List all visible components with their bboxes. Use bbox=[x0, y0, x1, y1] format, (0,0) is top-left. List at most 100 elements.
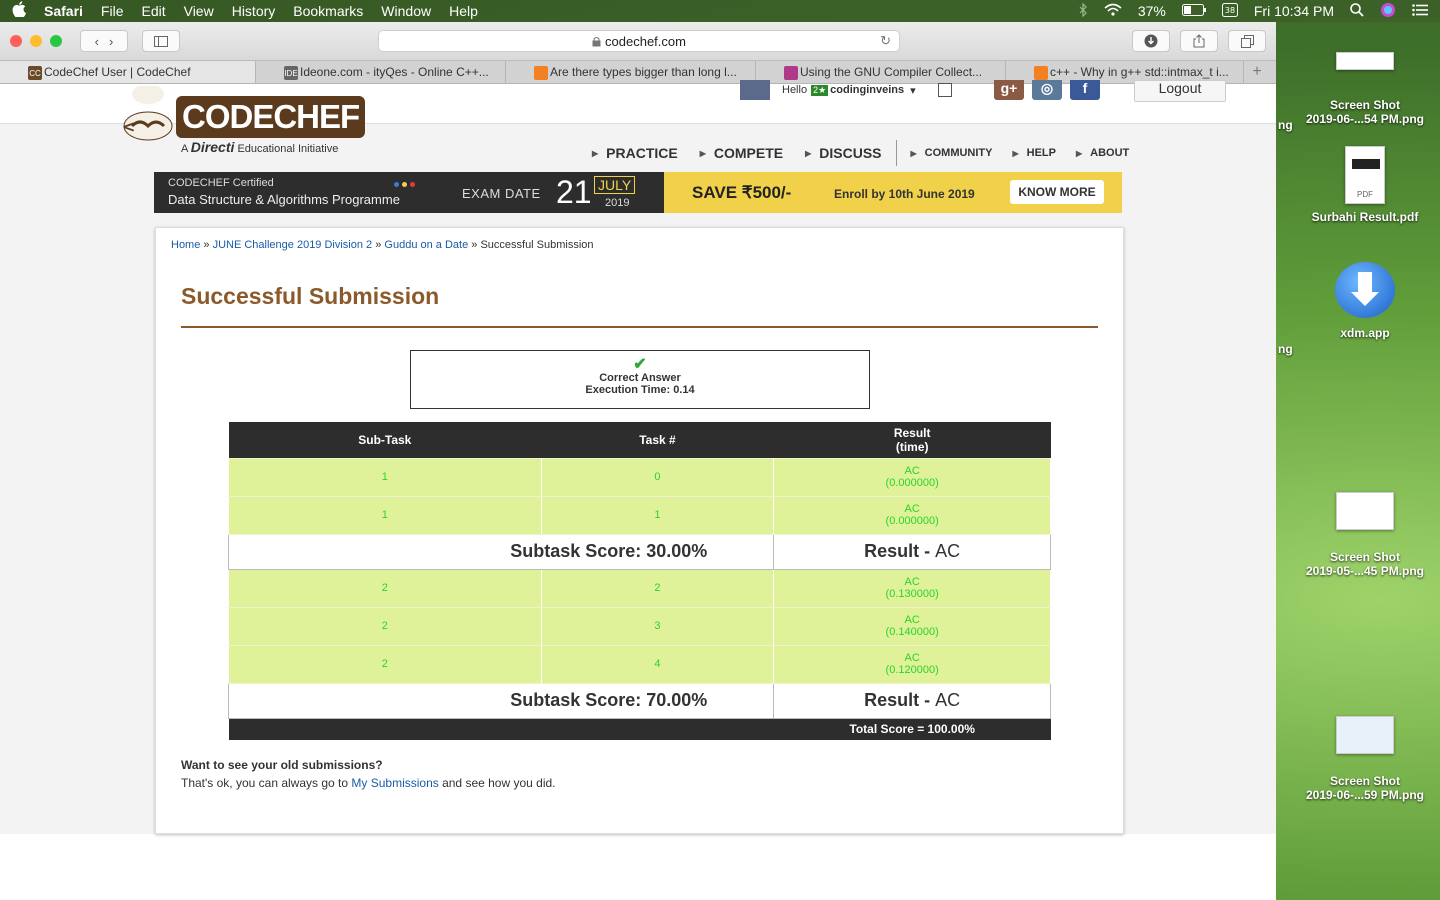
table-row: 1 1 AC (0.000000) bbox=[228, 495, 1051, 535]
menu-edit[interactable]: Edit bbox=[141, 3, 165, 19]
svg-text:38: 38 bbox=[1225, 6, 1235, 15]
spotlight-search-icon[interactable] bbox=[1350, 2, 1364, 20]
github-icon[interactable]: ◎ bbox=[1032, 80, 1062, 100]
menu-help[interactable]: Help bbox=[449, 3, 478, 19]
wifi-icon[interactable] bbox=[1104, 3, 1122, 20]
breadcrumb-contest[interactable]: JUNE Challenge 2019 Division 2 bbox=[213, 239, 373, 251]
forward-chevron-icon[interactable]: › bbox=[109, 34, 113, 49]
banner-dots bbox=[394, 182, 415, 187]
tab-ideone[interactable]: IDE Ideone.com - ityQes - Online C++... bbox=[256, 61, 506, 83]
breadcrumb-problem[interactable]: Guddu on a Date bbox=[384, 239, 468, 251]
my-submissions-link[interactable]: My Submissions bbox=[351, 776, 438, 790]
apple-menu-icon[interactable] bbox=[12, 1, 26, 21]
tabs-icon bbox=[1240, 34, 1254, 48]
image-thumbnail-icon bbox=[1336, 492, 1394, 530]
table-row: 2 3 AC (0.140000) bbox=[228, 606, 1051, 646]
breadcrumb-current: Successful Submission bbox=[480, 239, 594, 251]
siri-icon[interactable] bbox=[1380, 2, 1396, 21]
total-score-row: Total Score = 100.00% bbox=[228, 718, 1051, 740]
subtask-score-row: Subtask Score: 30.00% Result - AC bbox=[227, 533, 1051, 570]
new-tab-button[interactable]: + bbox=[1244, 61, 1270, 83]
user-star-badge: 2★ bbox=[811, 84, 829, 96]
share-button[interactable] bbox=[1180, 30, 1218, 52]
header-result: Result (time) bbox=[773, 422, 1051, 458]
notes-icon[interactable] bbox=[937, 83, 952, 97]
battery-icon[interactable] bbox=[1181, 3, 1206, 19]
downloads-button[interactable] bbox=[1132, 30, 1170, 52]
nav-community[interactable]: ▶ COMMUNITY bbox=[911, 147, 993, 159]
menu-history[interactable]: History bbox=[232, 3, 276, 19]
battery-percent[interactable]: 37% bbox=[1138, 3, 1166, 19]
facebook-icon[interactable]: f bbox=[1070, 80, 1100, 100]
promo-banner[interactable]: CODECHEF Certified Data Structure & Algo… bbox=[154, 172, 1122, 213]
dropdown-caret-icon[interactable]: ▾ bbox=[910, 84, 916, 97]
menu-bookmarks[interactable]: Bookmarks bbox=[293, 3, 363, 19]
sidebar-icon bbox=[154, 35, 168, 47]
minimize-window-button[interactable] bbox=[30, 35, 42, 47]
menu-file[interactable]: File bbox=[101, 3, 124, 19]
zoom-window-button[interactable] bbox=[50, 35, 62, 47]
page-title: Successful Submission bbox=[181, 283, 440, 309]
table-row: 2 4 AC (0.120000) bbox=[228, 644, 1051, 684]
bluetooth-icon[interactable] bbox=[1079, 2, 1088, 20]
total-score: Total Score = 100.00% bbox=[773, 718, 1051, 740]
old-submissions-question: Want to see your old submissions? bbox=[181, 758, 383, 772]
sidebar-toggle-button[interactable] bbox=[142, 30, 180, 52]
tab-overview-button[interactable] bbox=[1228, 30, 1266, 52]
download-app-icon bbox=[1335, 262, 1395, 318]
notification-center-icon[interactable] bbox=[1412, 3, 1428, 19]
nav-about[interactable]: ▶ ABOUT bbox=[1076, 147, 1129, 159]
header-subtask: Sub-Task bbox=[228, 422, 542, 458]
desktop-icon-screenshot-3[interactable]: Screen Shot 2019-06-...59 PM.png bbox=[1290, 716, 1440, 802]
nav-divider bbox=[895, 140, 897, 166]
banner-enroll: Enroll by 10th June 2019 bbox=[834, 187, 975, 201]
desktop-icon-screenshot-1[interactable]: Screen Shot 2019-06-...54 PM.png bbox=[1290, 52, 1440, 126]
web-page: Hello 2★ codinginveins ▾ g+ ◎ f Logout <… bbox=[0, 80, 1276, 900]
address-bar[interactable]: codechef.com ↻ bbox=[378, 30, 900, 52]
banner-programme: Data Structure & Algorithms Programme bbox=[168, 192, 400, 207]
know-more-button[interactable]: KNOW MORE bbox=[1010, 180, 1104, 204]
ideone-favicon-icon: IDE bbox=[284, 66, 298, 80]
tab-codechef[interactable]: CC CodeChef User | CodeChef bbox=[0, 61, 256, 83]
avatar[interactable] bbox=[740, 80, 770, 100]
safari-window: ‹ › codechef.com ↻ CC CodeChef User | Co bbox=[0, 22, 1276, 900]
desktop-icon-screenshot-2[interactable]: Screen Shot 2019-05-...45 PM.png bbox=[1290, 492, 1440, 578]
breadcrumb-home[interactable]: Home bbox=[171, 239, 200, 251]
subtask-score-row: Subtask Score: 70.00% Result - AC bbox=[227, 682, 1051, 719]
download-icon bbox=[1144, 34, 1158, 48]
desktop-icon-xdm[interactable]: xdm.app bbox=[1290, 262, 1440, 340]
google-plus-icon[interactable]: g+ bbox=[994, 80, 1024, 100]
input-source-icon[interactable]: 38 bbox=[1221, 2, 1238, 20]
back-forward-buttons[interactable]: ‹ › bbox=[80, 30, 128, 52]
logout-button[interactable]: Logout bbox=[1134, 80, 1226, 102]
submission-card: Home » JUNE Challenge 2019 Division 2 » … bbox=[155, 227, 1124, 834]
menu-view[interactable]: View bbox=[184, 3, 214, 19]
breadcrumb: Home » JUNE Challenge 2019 Division 2 » … bbox=[171, 239, 594, 251]
banner-exam-label: EXAM DATE bbox=[462, 186, 541, 201]
username[interactable]: codinginveins bbox=[830, 84, 904, 96]
address-bar-url: codechef.com bbox=[605, 33, 686, 49]
nav-practice[interactable]: ▶ PRACTICE bbox=[592, 145, 678, 161]
reload-icon[interactable]: ↻ bbox=[880, 33, 891, 49]
close-window-button[interactable] bbox=[10, 35, 22, 47]
lock-icon bbox=[592, 36, 601, 46]
banner-exam-month: JULY bbox=[594, 176, 636, 194]
title-divider bbox=[181, 326, 1098, 328]
tab-stackoverflow-1[interactable]: Are there types bigger than long l... bbox=[506, 61, 756, 83]
banner-exam-day: 21 bbox=[556, 174, 592, 210]
menu-safari[interactable]: Safari bbox=[44, 3, 83, 19]
menu-window[interactable]: Window bbox=[381, 3, 431, 19]
logo-tagline: A Directi Educational Initiative bbox=[181, 139, 339, 155]
menu-clock[interactable]: Fri 10:34 PM bbox=[1254, 3, 1334, 19]
share-icon bbox=[1193, 34, 1205, 48]
back-chevron-icon[interactable]: ‹ bbox=[95, 34, 99, 49]
nav-discuss[interactable]: ▶ DISCUSS bbox=[805, 145, 881, 161]
nav-help[interactable]: ▶ HELP bbox=[1012, 147, 1056, 159]
nav-compete[interactable]: ▶ COMPETE bbox=[700, 145, 783, 161]
menu-bar: Safari File Edit View History Bookmarks … bbox=[0, 0, 1440, 22]
desktop-icon-pdf[interactable]: PDF Surbahi Result.pdf bbox=[1290, 146, 1440, 224]
results-table: Sub-Task Task # Result (time) 1 0 AC (0.0… bbox=[227, 422, 1051, 740]
browser-toolbar: ‹ › codechef.com ↻ bbox=[0, 22, 1276, 60]
user-area: Hello 2★ codinginveins ▾ bbox=[740, 80, 952, 100]
stackoverflow-favicon-icon bbox=[534, 66, 548, 80]
